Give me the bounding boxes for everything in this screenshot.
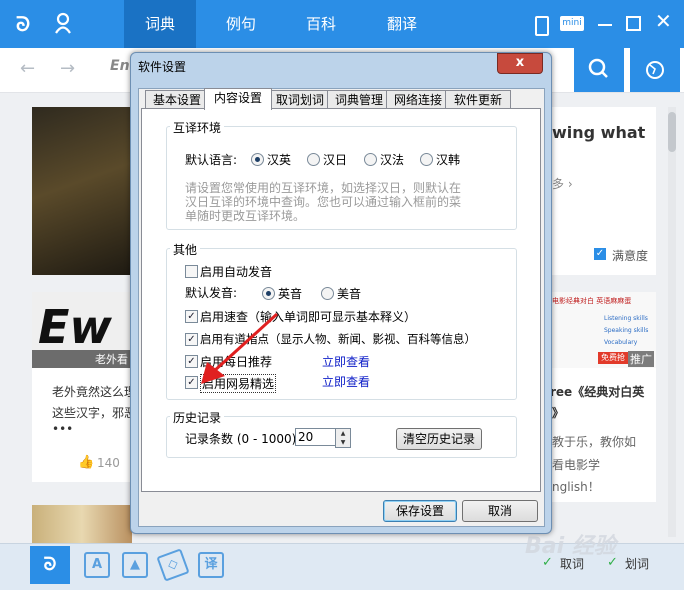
quick-lookup-check-icon[interactable]: ✓	[542, 555, 553, 570]
pronounce-label-us[interactable]: 美音	[337, 285, 361, 302]
cancel-button[interactable]: 取消	[462, 500, 538, 522]
home-logo-button[interactable]: ᘐ	[30, 546, 70, 584]
dialog-title: 软件设置	[138, 60, 187, 74]
history-legend: 历史记录	[170, 409, 225, 426]
right-ad-line-1: Listening skills	[604, 315, 648, 322]
mini-mode-button[interactable]: mini	[560, 16, 584, 31]
tab-word-capture[interactable]: 取词划词	[268, 90, 332, 109]
lang-label-zh-en[interactable]: 汉英	[267, 151, 291, 168]
thumbs-up-icon[interactable]: 👍	[78, 455, 94, 470]
right-article-desc-2: 看电影学	[552, 458, 601, 472]
tab-network[interactable]: 网络连接	[386, 90, 450, 109]
left-article-title[interactable]: 老外竟然这么理	[52, 383, 136, 400]
mutual-hint-line-1: 请设置您常使用的互译环境，如选择汉日，则默认在	[185, 181, 462, 195]
lang-label-zh-ko[interactable]: 汉韩	[436, 151, 460, 168]
right-ad-brand: 电影经典对白 英语麻麻蛋	[552, 297, 632, 305]
clear-history-button[interactable]: 清空历史记录	[396, 428, 482, 450]
satisfaction-checkbox-icon[interactable]: ✓	[594, 248, 606, 260]
netease-view-now-link[interactable]: 立即查看	[322, 373, 370, 390]
left-article-more[interactable]: •••	[52, 422, 73, 436]
mobile-icon[interactable]	[535, 16, 549, 36]
lang-radio-zh-ja[interactable]	[307, 153, 320, 166]
quick-lookup-label[interactable]: 取词	[560, 555, 584, 572]
tab-dictionary-manage[interactable]: 词典管理	[327, 90, 391, 109]
tab-basic-settings[interactable]: 基本设置	[145, 90, 209, 109]
back-arrow-icon[interactable]: ←	[20, 58, 35, 79]
forward-arrow-icon[interactable]: →	[60, 58, 75, 79]
history-count-label: 记录条数 (0 - 1000)	[185, 432, 297, 446]
spinner-down-icon[interactable]: ▼	[336, 438, 350, 447]
tab-content-settings[interactable]: 内容设置	[204, 88, 272, 110]
right-article-title-2: 》	[552, 406, 565, 420]
translate-doc-icon[interactable]: 译	[198, 552, 224, 578]
youdao-logo-icon[interactable]: ᘐ	[16, 12, 42, 36]
search-button[interactable]	[574, 48, 624, 92]
close-app-icon[interactable]: ✕	[655, 10, 675, 32]
auto-pronounce-label[interactable]: 启用自动发音	[200, 263, 272, 280]
pronounce-radio-us[interactable]	[321, 287, 334, 300]
history-count-input[interactable]: 20	[295, 428, 337, 446]
tab-translate[interactable]: 翻译	[366, 0, 438, 48]
lang-radio-zh-fr[interactable]	[364, 153, 377, 166]
right-more-link[interactable]: 多 ›	[552, 175, 573, 192]
user-icon[interactable]	[54, 12, 72, 34]
default-language-label: 默认语言:	[185, 153, 238, 167]
right-ad-button[interactable]: 免费抢	[598, 352, 628, 364]
image-translate-icon[interactable]: ▲	[122, 552, 148, 578]
pronounce-label-uk[interactable]: 英音	[278, 285, 302, 302]
mutual-hint-line-2: 汉日互译的环境中查询。您也可以通过输入框前的菜	[185, 195, 462, 209]
lang-radio-zh-ko[interactable]	[420, 153, 433, 166]
scrollbar[interactable]	[668, 107, 676, 537]
spinner-up-icon[interactable]: ▲	[336, 429, 350, 438]
mutual-hint-line-3: 单随时更改互译环境。	[185, 209, 306, 223]
right-ad-tag: 推广	[628, 351, 654, 367]
daily-view-now-link[interactable]: 立即查看	[322, 353, 370, 370]
other-legend: 其他	[170, 241, 201, 258]
mutual-env-legend: 互译环境	[170, 119, 225, 136]
right-ad-line-3: Vocabulary	[604, 339, 638, 346]
left-article-graphic: Ew	[38, 300, 112, 354]
right-ad-line-2: Speaking skills	[604, 327, 649, 334]
search-input[interactable]: En	[110, 58, 130, 74]
right-article-desc-1: 教于乐，教你如	[552, 435, 637, 449]
selection-lookup-check-icon[interactable]: ✓	[607, 555, 618, 570]
left-article-overlay-text: 老外看	[95, 353, 128, 366]
dialog-close-button[interactable]: x	[497, 53, 543, 74]
selection-lookup-label[interactable]: 划词	[625, 555, 649, 572]
swimmer-photo	[32, 107, 132, 275]
globe-button[interactable]	[630, 48, 680, 92]
restore-icon[interactable]	[626, 16, 641, 31]
default-pronounce-label: 默认发音:	[185, 286, 238, 300]
right-article-title[interactable]: ree《经典对白英	[550, 383, 644, 400]
tab-software-update[interactable]: 软件更新	[445, 90, 511, 109]
history-count-spinner[interactable]: ▲ ▼	[335, 428, 351, 448]
lang-radio-zh-en[interactable]	[251, 153, 264, 166]
satisfaction-label: 满意度	[612, 249, 649, 263]
right-headline: wing what	[552, 123, 646, 142]
tab-examples[interactable]: 例句	[205, 0, 277, 48]
minimize-icon[interactable]	[598, 24, 612, 26]
lang-label-zh-fr[interactable]: 汉法	[380, 151, 404, 168]
left-article-title-2: 这些汉字，邪恶	[52, 406, 137, 420]
lang-label-zh-ja[interactable]: 汉日	[323, 151, 347, 168]
right-article-desc-3: nglish！	[552, 480, 600, 494]
bottom-left-photo[interactable]	[32, 505, 132, 543]
tab-encyclopedia[interactable]: 百科	[285, 0, 357, 48]
save-settings-button[interactable]: 保存设置	[383, 500, 457, 522]
scrollbar-thumb[interactable]	[668, 112, 676, 152]
auto-pronounce-checkbox[interactable]	[185, 265, 198, 278]
like-count: 140	[97, 456, 120, 470]
word-book-icon[interactable]: A	[84, 552, 110, 578]
left-image-card[interactable]	[32, 107, 132, 275]
red-arrow-annotation-icon	[201, 312, 279, 384]
tab-dictionary[interactable]: 词典	[124, 0, 196, 48]
pronounce-radio-uk[interactable]	[262, 287, 275, 300]
